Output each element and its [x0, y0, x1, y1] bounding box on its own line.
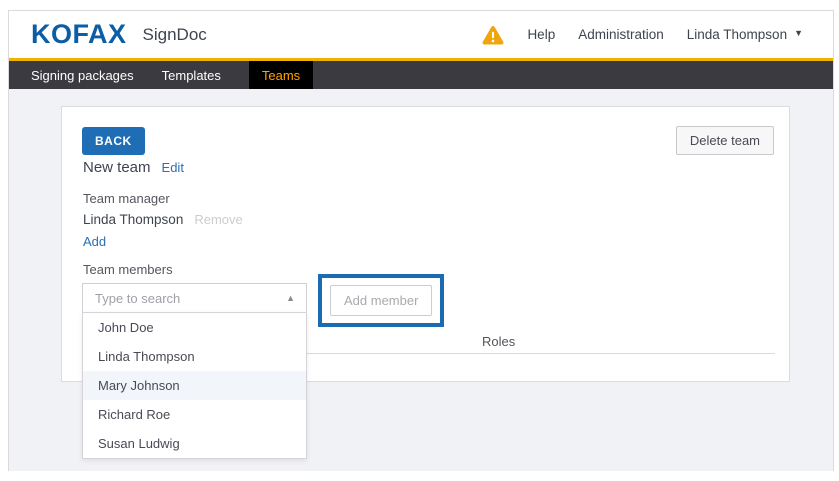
add-member-button[interactable]: Add member [330, 285, 432, 316]
kofax-logo: KOFAX [31, 21, 127, 48]
member-search-dropdown: John Doe Linda Thompson Mary Johnson Ric… [82, 312, 307, 459]
header-actions: Help Administration Linda Thompson ▼ [482, 25, 803, 45]
manager-name: Linda Thompson [83, 212, 183, 227]
product-title: SignDoc [143, 25, 207, 45]
administration-link[interactable]: Administration [578, 27, 664, 42]
team-title-row: New team Edit [83, 159, 184, 176]
delete-team-button[interactable]: Delete team [676, 126, 774, 155]
app-window: KOFAX SignDoc Help Administration Linda … [8, 10, 834, 471]
warning-icon[interactable] [482, 25, 504, 45]
edit-link[interactable]: Edit [162, 160, 184, 175]
user-menu[interactable]: Linda Thompson ▼ [687, 27, 803, 42]
content-area: BACK Delete team New team Edit Team manag… [9, 89, 833, 471]
dropdown-option[interactable]: Susan Ludwig [83, 429, 306, 458]
remove-link-disabled: Remove [194, 212, 242, 227]
manager-row: Linda Thompson Remove [83, 212, 243, 227]
member-search-combobox[interactable]: ▲ [82, 283, 307, 313]
member-search-input[interactable] [83, 291, 286, 306]
user-name: Linda Thompson [687, 27, 787, 42]
roles-column-header: Roles [482, 334, 515, 349]
team-members-label: Team members [83, 262, 173, 277]
add-member-focus-ring: Add member [318, 274, 444, 327]
chevron-down-icon: ▼ [794, 28, 803, 38]
back-button[interactable]: BACK [82, 127, 145, 155]
chevron-up-icon[interactable]: ▲ [286, 293, 295, 303]
dropdown-option[interactable]: Richard Roe [83, 400, 306, 429]
tab-templates[interactable]: Templates [162, 61, 221, 89]
team-detail-card: BACK Delete team New team Edit Team manag… [61, 106, 790, 382]
dropdown-option-highlighted[interactable]: Mary Johnson [83, 371, 306, 400]
app-header: KOFAX SignDoc Help Administration Linda … [9, 11, 833, 58]
dropdown-option[interactable]: Linda Thompson [83, 342, 306, 371]
team-name: New team [83, 159, 151, 176]
team-manager-label: Team manager [83, 191, 170, 206]
main-nav: Signing packages Templates Teams [9, 61, 833, 89]
dropdown-option[interactable]: John Doe [83, 313, 306, 342]
tab-signing-packages[interactable]: Signing packages [31, 61, 134, 89]
tab-teams[interactable]: Teams [249, 61, 313, 89]
help-link[interactable]: Help [527, 27, 555, 42]
add-manager-link[interactable]: Add [83, 234, 106, 249]
